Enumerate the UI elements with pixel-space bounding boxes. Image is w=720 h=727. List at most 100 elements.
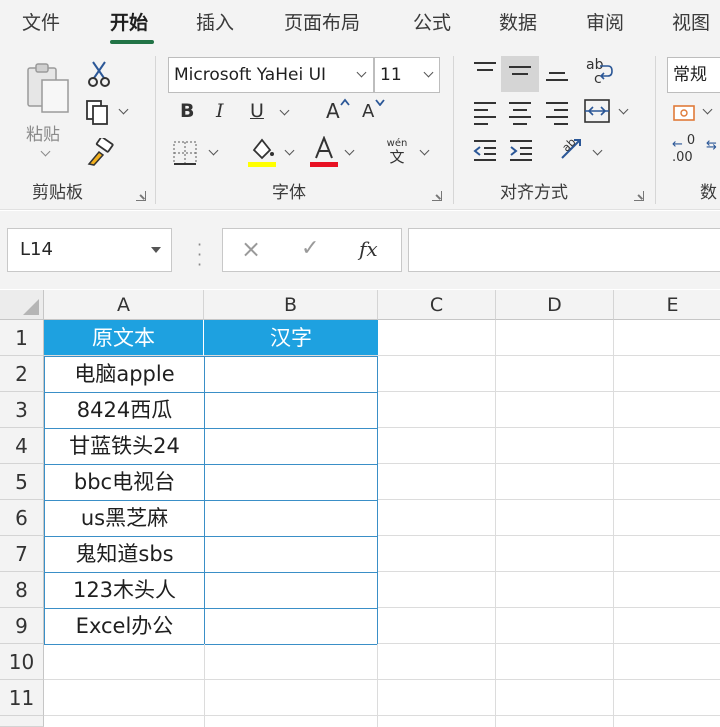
- borders-dropdown-icon[interactable]: [208, 145, 219, 156]
- align-left-icon[interactable]: [474, 102, 496, 130]
- column-header-d[interactable]: D: [496, 290, 614, 320]
- font-color-dropdown-icon[interactable]: [344, 145, 355, 156]
- cell-a2[interactable]: 电脑apple: [44, 356, 205, 393]
- column-header-e[interactable]: E: [614, 290, 720, 320]
- row-header-5[interactable]: 5: [0, 464, 44, 500]
- cell-b7[interactable]: [204, 536, 378, 573]
- cell-c1[interactable]: [378, 320, 496, 356]
- row-header-6[interactable]: 6: [0, 500, 44, 536]
- row-header-10[interactable]: 10: [0, 644, 44, 680]
- clipboard-launcher-icon[interactable]: [136, 191, 146, 201]
- cell-a6[interactable]: us黑芝麻: [44, 500, 205, 537]
- merge-center-icon[interactable]: [583, 98, 611, 124]
- underline-dropdown-icon[interactable]: [279, 105, 290, 116]
- empty-cells-cde[interactable]: [378, 356, 720, 727]
- tab-view[interactable]: 视图: [672, 8, 710, 35]
- formula-bar-grip[interactable]: · · ·: [197, 237, 202, 273]
- formula-input[interactable]: [408, 228, 720, 272]
- cell-b9[interactable]: [204, 608, 378, 645]
- increase-indent-icon[interactable]: [508, 138, 534, 162]
- alignment-launcher-icon[interactable]: [634, 191, 644, 201]
- row-header-7[interactable]: 7: [0, 536, 44, 572]
- cell-b3[interactable]: [204, 392, 378, 429]
- merge-dropdown-icon[interactable]: [618, 104, 629, 115]
- name-box[interactable]: L14: [7, 228, 172, 272]
- cell-b8[interactable]: [204, 572, 378, 609]
- tab-insert[interactable]: 插入: [196, 8, 234, 35]
- tab-review[interactable]: 审阅: [586, 8, 624, 35]
- cell-b1[interactable]: 汉字: [204, 320, 378, 356]
- row-header-2[interactable]: 2: [0, 356, 44, 392]
- decrease-indent-icon[interactable]: [472, 138, 498, 162]
- row-header-9[interactable]: 9: [0, 608, 44, 644]
- row-header-11[interactable]: 11: [0, 680, 44, 716]
- column-header-a[interactable]: A: [44, 290, 204, 320]
- cell-a1[interactable]: 原文本: [44, 320, 204, 356]
- row-header-3[interactable]: 3: [0, 392, 44, 428]
- cell-b6[interactable]: [204, 500, 378, 537]
- cell-a9[interactable]: Excel办公: [44, 608, 205, 645]
- tab-page-layout[interactable]: 页面布局: [284, 8, 360, 35]
- bold-button[interactable]: B: [180, 100, 194, 122]
- ribbon-tab-bar: 文件 开始 插入 页面布局 公式 数据 审阅 视图: [0, 0, 720, 46]
- copy-icon[interactable]: [84, 98, 112, 126]
- fill-color-icon[interactable]: [248, 136, 276, 168]
- decrease-decimal-button[interactable]: ← 0 .00: [672, 134, 695, 164]
- middle-align-icon[interactable]: [509, 66, 531, 80]
- row-header-4[interactable]: 4: [0, 428, 44, 464]
- cell-a5[interactable]: bbc电视台: [44, 464, 205, 501]
- align-right-icon[interactable]: [546, 102, 568, 130]
- increase-font-button[interactable]: A: [326, 99, 340, 123]
- decrease-font-button[interactable]: A: [362, 101, 374, 122]
- fill-color-dropdown-icon[interactable]: [284, 145, 295, 156]
- column-header-b[interactable]: B: [204, 290, 378, 320]
- accounting-format-icon[interactable]: [672, 102, 702, 126]
- cell-d1[interactable]: [496, 320, 614, 356]
- increase-decimal-button[interactable]: ⇆: [706, 138, 717, 153]
- column-header-c[interactable]: C: [378, 290, 496, 320]
- paste-label: 粘贴: [26, 125, 60, 145]
- cell-b2[interactable]: [204, 356, 378, 393]
- number-format-combo[interactable]: 常规: [667, 57, 720, 93]
- row-header-12[interactable]: [0, 716, 44, 727]
- formula-buttons: × ✓ fx: [222, 228, 402, 272]
- cell-a7[interactable]: 鬼知道sbs: [44, 536, 205, 573]
- empty-cells-ab[interactable]: [44, 644, 378, 727]
- bottom-align-icon[interactable]: [546, 72, 568, 86]
- cut-icon[interactable]: [86, 60, 112, 88]
- row-header-8[interactable]: 8: [0, 572, 44, 608]
- align-center-icon[interactable]: [509, 102, 531, 130]
- underline-button[interactable]: U: [250, 100, 264, 122]
- font-launcher-icon[interactable]: [432, 191, 442, 201]
- enter-icon[interactable]: ✓: [301, 236, 319, 261]
- group-divider: [655, 56, 656, 204]
- phonetic-button[interactable]: wén 文: [382, 138, 412, 166]
- font-color-icon[interactable]: [310, 136, 338, 168]
- tab-home[interactable]: 开始: [110, 8, 148, 35]
- cell-e1[interactable]: [614, 320, 720, 356]
- name-box-dropdown-icon[interactable]: [150, 246, 162, 254]
- phonetic-dropdown-icon[interactable]: [419, 145, 430, 156]
- cell-b5[interactable]: [204, 464, 378, 501]
- tab-formulas[interactable]: 公式: [413, 8, 451, 35]
- font-name-combo[interactable]: Microsoft YaHei UI: [168, 57, 374, 93]
- tab-data[interactable]: 数据: [499, 8, 537, 35]
- cell-a3[interactable]: 8424西瓜: [44, 392, 205, 429]
- borders-icon[interactable]: [172, 140, 198, 166]
- cell-a4[interactable]: 甘蓝铁头24: [44, 428, 205, 465]
- cancel-icon[interactable]: ×: [241, 235, 261, 263]
- cell-b4[interactable]: [204, 428, 378, 465]
- accounting-dropdown-icon[interactable]: [702, 104, 713, 115]
- top-align-icon[interactable]: [474, 62, 496, 76]
- copy-dropdown-icon[interactable]: [118, 104, 129, 115]
- paste-button[interactable]: 粘贴: [18, 60, 78, 168]
- insert-function-icon[interactable]: fx: [359, 237, 378, 261]
- orientation-dropdown-icon[interactable]: [592, 145, 603, 156]
- row-header-1[interactable]: 1: [0, 320, 44, 356]
- format-painter-icon[interactable]: [86, 138, 114, 166]
- cell-a8[interactable]: 123木头人: [44, 572, 205, 609]
- orientation-icon[interactable]: ab: [558, 134, 588, 162]
- tab-file[interactable]: 文件: [22, 8, 60, 35]
- select-all-corner[interactable]: [0, 290, 44, 320]
- italic-button[interactable]: I: [216, 100, 224, 122]
